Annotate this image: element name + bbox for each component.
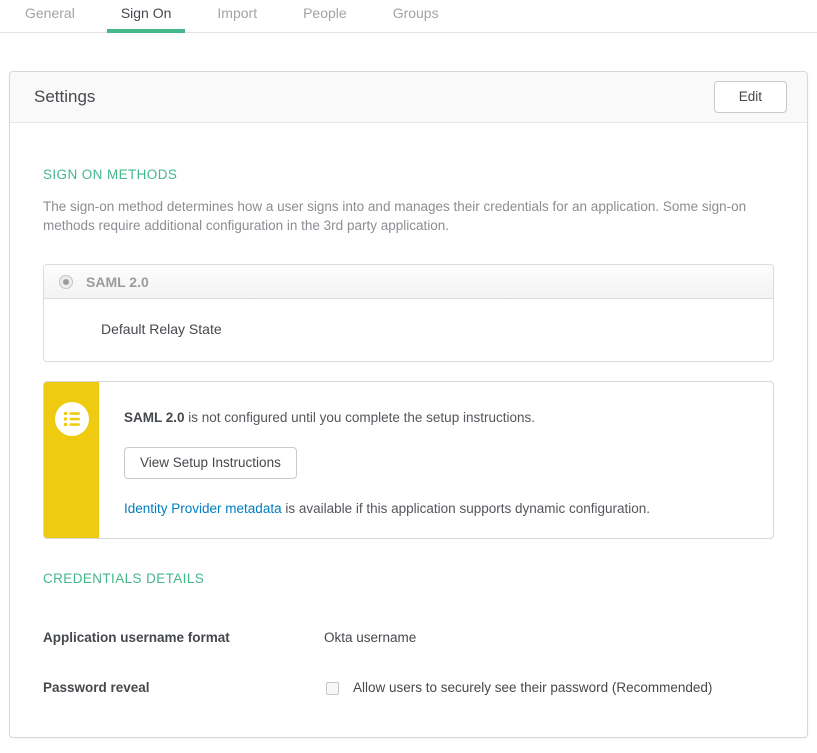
default-relay-state-label: Default Relay State	[101, 321, 222, 337]
password-reveal-label: Password reveal	[43, 679, 324, 696]
callout-message: SAML 2.0 is not configured until you com…	[124, 408, 650, 427]
tab-general[interactable]: General	[11, 0, 89, 33]
callout-message-bold: SAML 2.0	[124, 410, 185, 425]
settings-panel-header: Settings Edit	[10, 72, 807, 123]
callout-link-rest: is available if this application support…	[282, 501, 650, 516]
saml-radio-button[interactable]	[59, 275, 73, 289]
saml-method-header: SAML 2.0	[44, 265, 773, 299]
saml-method-box: SAML 2.0 Default Relay State	[43, 264, 774, 362]
tab-sign-on[interactable]: Sign On	[107, 0, 186, 33]
app-tabs: General Sign On Import People Groups	[0, 0, 817, 33]
password-reveal-checkbox-label: Allow users to securely see their passwo…	[353, 679, 712, 696]
settings-panel: Settings Edit SIGN ON METHODS The sign-o…	[9, 71, 808, 738]
tab-import[interactable]: Import	[203, 0, 271, 33]
view-setup-instructions-button[interactable]: View Setup Instructions	[124, 447, 297, 479]
sign-on-methods-description: The sign-on method determines how a user…	[43, 198, 774, 235]
sign-on-methods-heading: SIGN ON METHODS	[43, 168, 774, 182]
tab-people[interactable]: People	[289, 0, 361, 33]
password-reveal-checkbox[interactable]	[326, 682, 339, 695]
settings-panel-body: SIGN ON METHODS The sign-on method deter…	[10, 123, 807, 696]
password-reveal-row: Password reveal Allow users to securely …	[43, 679, 774, 696]
identity-provider-metadata-link[interactable]: Identity Provider metadata	[124, 501, 282, 516]
saml-method-label: SAML 2.0	[86, 274, 149, 290]
callout-content: SAML 2.0 is not configured until you com…	[99, 382, 670, 538]
saml-setup-callout: SAML 2.0 is not configured until you com…	[43, 381, 774, 539]
password-reveal-value: Allow users to securely see their passwo…	[324, 679, 712, 696]
page-title: Settings	[34, 87, 95, 107]
callout-link-line: Identity Provider metadata is available …	[124, 499, 650, 518]
tab-groups[interactable]: Groups	[379, 0, 453, 33]
radio-selected-dot	[63, 279, 69, 285]
list-icon	[55, 402, 89, 436]
application-username-format-row: Application username format Okta usernam…	[43, 629, 774, 646]
edit-button[interactable]: Edit	[714, 81, 787, 113]
callout-message-rest: is not configured until you complete the…	[185, 410, 535, 425]
credentials-details-heading: CREDENTIALS DETAILS	[43, 572, 774, 586]
saml-method-body: Default Relay State	[44, 299, 773, 361]
callout-accent-stripe	[44, 382, 99, 538]
application-username-format-value: Okta username	[324, 629, 416, 646]
application-username-format-label: Application username format	[43, 629, 324, 646]
